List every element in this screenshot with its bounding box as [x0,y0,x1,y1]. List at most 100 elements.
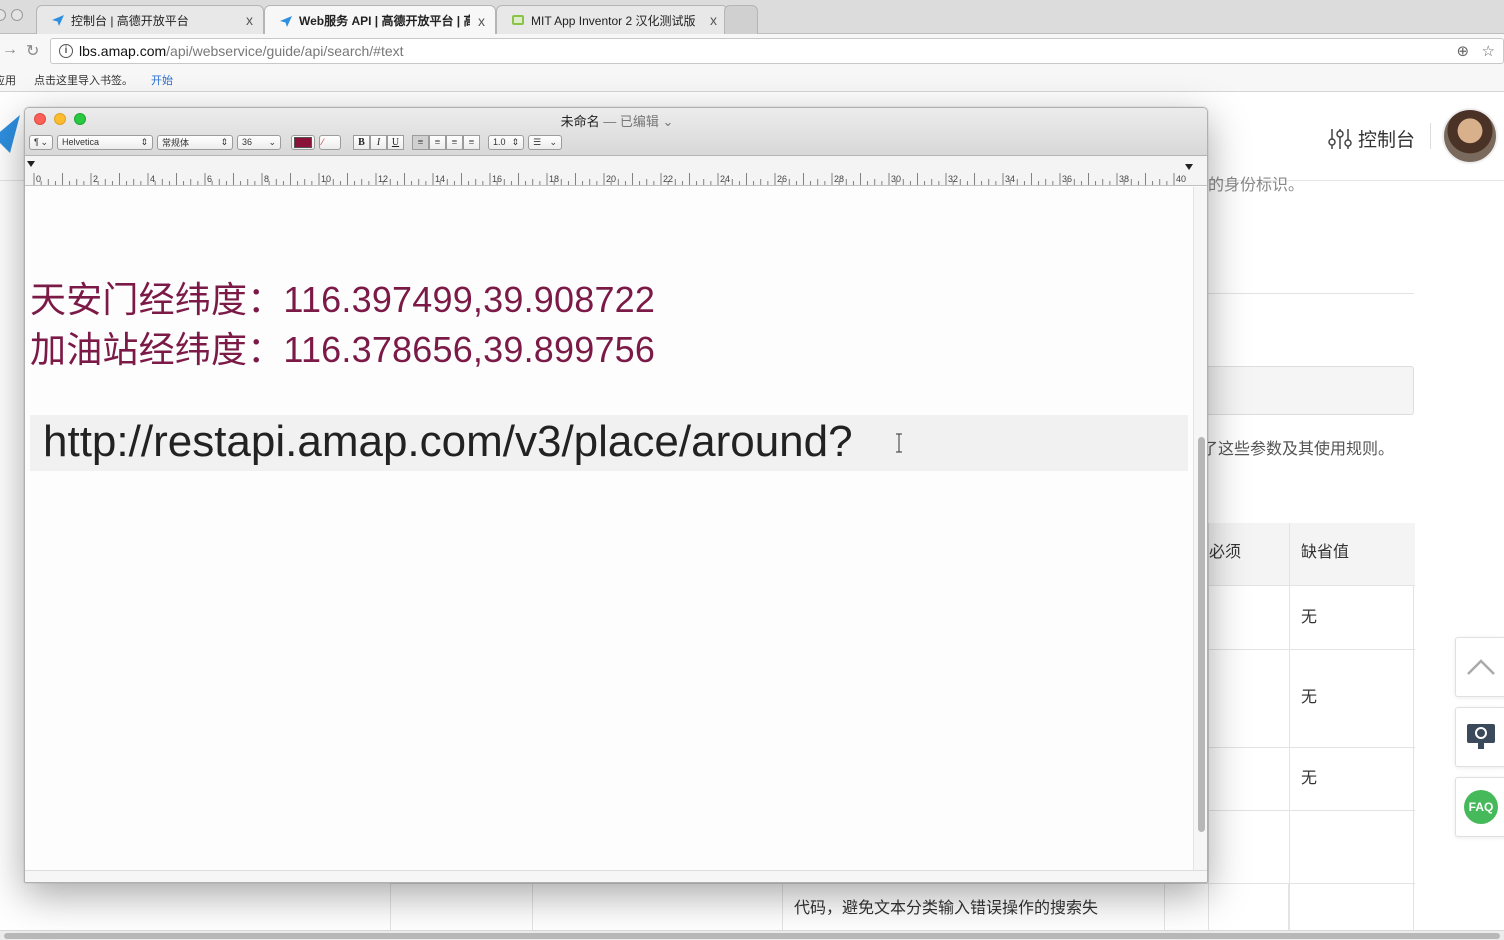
tab-web-api[interactable]: Web服务 API | 高德开放平台 | 高 x [264,5,496,35]
font-size-combo[interactable]: 36 ⌄ [237,134,281,150]
font-style-value: 常规体 [162,137,190,148]
ruler-label: 10 [321,174,331,184]
tab-app-inventor[interactable]: MIT App Inventor 2 汉化测试版 x [496,5,728,34]
bookmark-start-link[interactable]: 开始 [151,72,173,88]
edited-status: 已编辑 [619,114,659,129]
zoom-icon[interactable]: ⊕ [1456,43,1469,60]
underline-button[interactable]: U [387,134,404,150]
console-label: 控制台 [1358,130,1416,151]
bold-button[interactable]: B [353,134,370,150]
window-close-dot[interactable] [0,9,6,21]
font-size-value: 36 [242,137,253,147]
no-color-icon: ⁄ [322,137,324,147]
ruler-label: 30 [891,174,901,184]
bookmarks-bar: 应用 点击这里导入书签。 开始 [0,68,1504,92]
table-cell-default: 无 [1301,770,1318,787]
tab-close-icon[interactable]: x [710,12,717,28]
browser-tabstrip: 控制台 | 高德开放平台 x Web服务 API | 高德开放平台 | 高 x … [0,0,1504,35]
ruler-label: 2 [93,174,98,184]
font-style-popup[interactable]: 常规体 ⇕ [157,134,233,150]
table-column-line [1164,884,1165,931]
gas-station-coordinates-line: 加油站经纬度：116.378656,39.899756 [30,321,655,373]
line-spacing-popup[interactable]: 1.0 ⇕ [488,134,524,150]
forward-icon[interactable]: → [2,41,18,59]
document-title[interactable]: 未命名 — 已编辑 ⌄ [25,111,1207,130]
address-bar[interactable]: i lbs.amap.com /api/webservice/guide/api… [50,38,1504,64]
back-to-top-button[interactable] [1455,637,1504,697]
left-indent-marker[interactable] [27,161,35,167]
api-url-text: http://restapi.amap.com/v3/place/around? [43,417,853,466]
font-family-value: Helvetica [62,137,100,147]
ruler-label: 6 [207,174,212,184]
document-vertical-scrollbar[interactable] [1193,187,1207,870]
italic-button[interactable]: I [370,134,387,150]
new-tab-button[interactable] [724,5,758,34]
partial-description-text: 的身份标识。 [1208,177,1305,194]
right-indent-marker[interactable] [1185,164,1193,170]
line2-label: 加油站经纬度： [30,329,284,370]
document-body[interactable]: 天安门经纬度：116.397499,39.908722 加油站经纬度：116.3… [25,187,1193,870]
chevron-up-icon [1467,659,1495,675]
section-divider [1208,293,1414,294]
justify-icon[interactable]: ≡ [463,134,480,150]
background-color-well[interactable]: ⁄ [319,134,341,150]
ruler-label: 34 [1005,174,1015,184]
tab-title: Web服务 API | 高德开放平台 | 高 [299,14,470,28]
document-bottom-edge [25,870,1207,882]
table-cell-default: 无 [1301,609,1318,626]
bookmark-import-hint[interactable]: 点击这里导入书签。 [34,72,133,88]
format-bar: ¶ ⌄ Helvetica ⇕ 常规体 ⇕ 36 ⌄ ⁄ B I U ≡ ≡ ≡ ≡ 1… [29,134,566,150]
ruler-label: 26 [777,174,787,184]
textedit-window: 未命名 — 已编辑 ⌄ ¶ ⌄ Helvetica ⇕ 常规体 ⇕ 36 ⌄ ⁄ B I… [24,107,1208,883]
list-style-popup[interactable]: ☰ ⌄ [528,134,562,150]
window-minimize-dot[interactable] [11,9,23,21]
font-family-popup[interactable]: Helvetica ⇕ [57,134,153,150]
ruler-label: 14 [435,174,445,184]
ibeam-cursor-icon [896,433,902,453]
paragraph-style-popup[interactable]: ¶ ⌄ [29,134,53,150]
monitor-support-icon [1467,724,1495,749]
header-divider [1430,123,1431,149]
faq-badge: FAQ [1464,790,1498,824]
console-link[interactable]: 控制台 [1328,125,1415,152]
ruler-label: 38 [1119,174,1129,184]
ruler-label: 32 [948,174,958,184]
url-host: lbs.amap.com [79,43,167,59]
info-icon[interactable]: i [59,44,73,58]
ruler-label: 28 [834,174,844,184]
textedit-titlebar[interactable]: 未命名 — 已编辑 ⌄ ¶ ⌄ Helvetica ⇕ 常规体 ⇕ 36 ⌄ ⁄ B I… [25,108,1207,156]
ruler-label: 12 [378,174,388,184]
tab-title: MIT App Inventor 2 汉化测试版 [531,13,696,28]
ruler-label: 22 [663,174,673,184]
text-color-swatch [294,136,312,148]
reload-icon[interactable]: ↻ [26,41,39,61]
url-path: /api/webservice/guide/api/search/#text [166,43,404,59]
tab-console[interactable]: 控制台 | 高德开放平台 x [36,5,264,34]
ruler-label: 8 [264,174,269,184]
scrollbar-thumb[interactable] [4,933,1500,939]
paragraph-icon: ¶ [34,137,39,147]
title-separator: — [599,114,620,129]
scrollbar-thumb[interactable] [1198,437,1205,832]
align-center-icon[interactable]: ≡ [429,134,446,150]
table-cell-default: 无 [1301,689,1318,706]
feedback-button[interactable] [1455,707,1504,767]
zoom-and-star-icons: ⊕ ☆ [1456,42,1495,60]
header-default: 缺省值 [1301,544,1350,561]
bookmark-star-icon[interactable]: ☆ [1482,43,1495,60]
line2-value: 116.378656,39.899756 [283,329,656,370]
table-column-line [1288,884,1289,931]
align-right-icon[interactable]: ≡ [446,134,463,150]
browser-horizontal-scrollbar[interactable] [0,930,1504,940]
tab-close-icon[interactable]: x [246,12,253,28]
text-color-well[interactable] [291,134,315,150]
amap-favicon-icon [280,15,292,27]
bookmark-apps[interactable]: 应用 [0,72,16,88]
align-left-icon[interactable]: ≡ [412,134,429,150]
tab-close-icon[interactable]: x [478,13,485,29]
ruler[interactable]: 0 2 4 6 8 10 12 14 16 18 20 22 24 26 28 30 32 34 36 38 40 [25,156,1207,186]
avatar[interactable] [1442,108,1498,164]
tiananmen-coordinates-line: 天安门经纬度：116.397499,39.908722 [30,271,655,323]
ruler-label: 40 [1176,174,1186,184]
faq-button[interactable]: FAQ [1455,777,1504,837]
